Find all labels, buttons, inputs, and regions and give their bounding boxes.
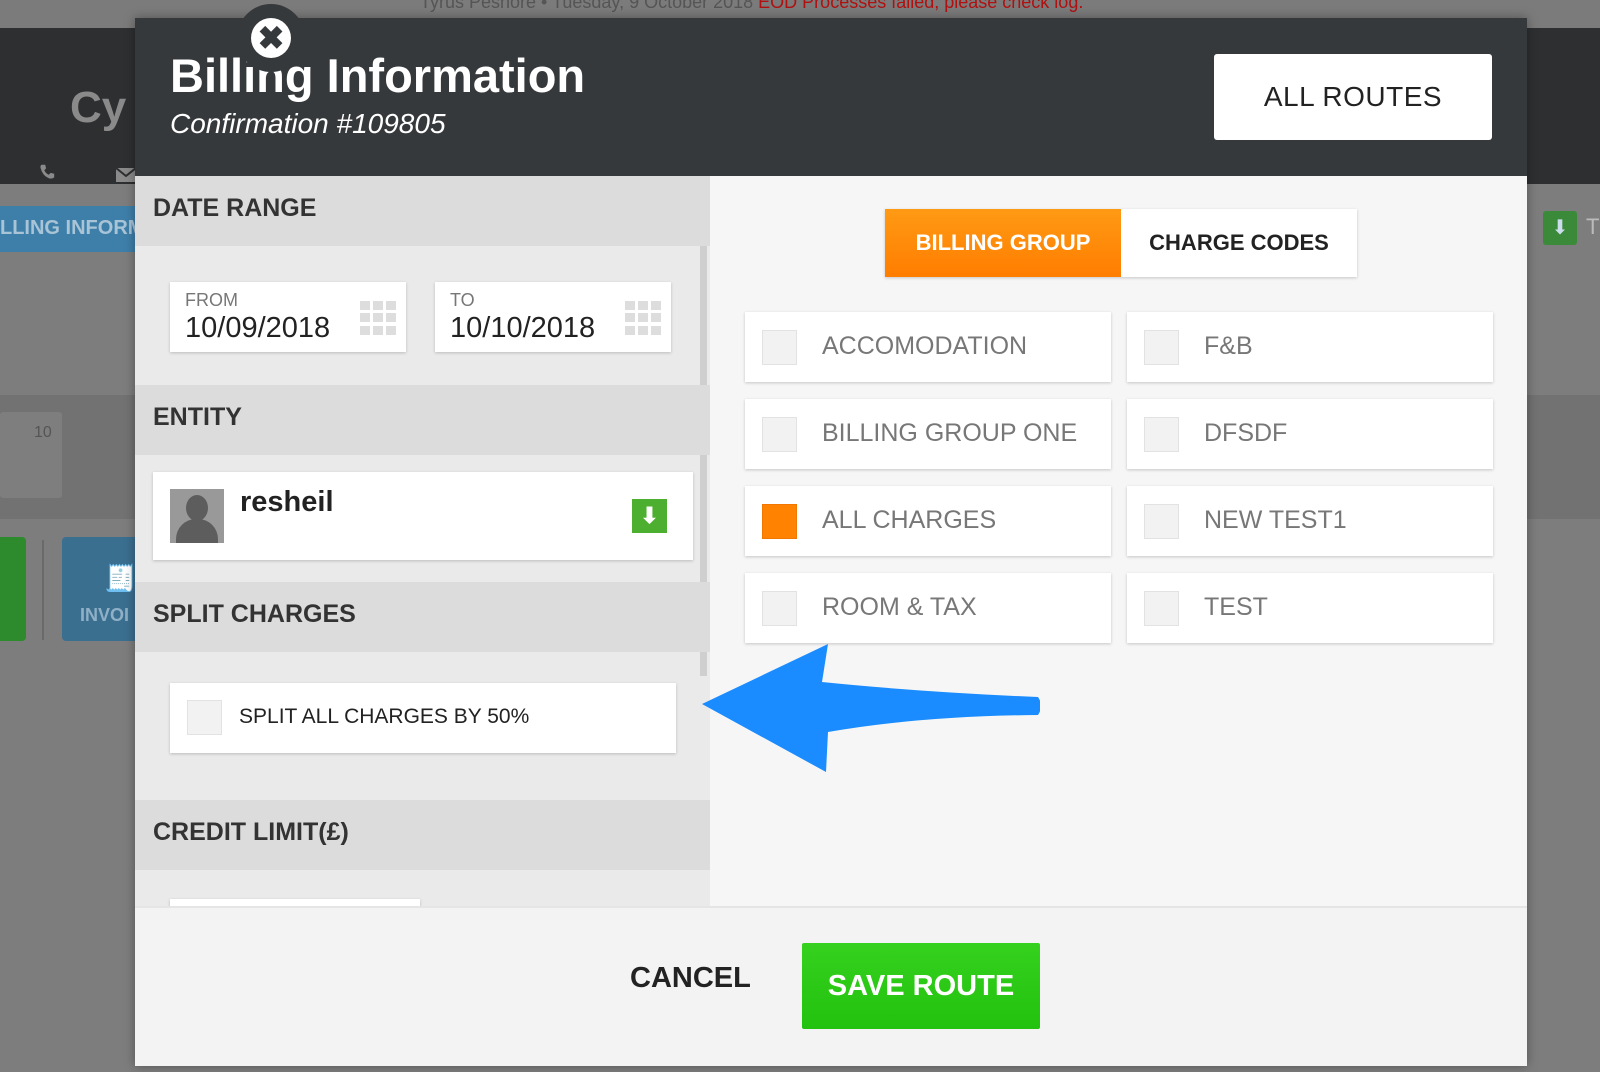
billing-group-item[interactable]: ALL CHARGES bbox=[745, 486, 1111, 556]
calendar-day-number: 10 bbox=[34, 424, 52, 441]
close-button[interactable]: ✖ bbox=[237, 4, 305, 72]
billing-group-checkbox[interactable] bbox=[1144, 504, 1179, 539]
to-date-label: TO bbox=[450, 290, 475, 310]
entity-name: resheil bbox=[240, 486, 334, 518]
billing-group-item[interactable]: DFSDF bbox=[1127, 399, 1493, 469]
billing-group-checkbox[interactable] bbox=[1144, 330, 1179, 365]
confirmation-number: Confirmation #109805 bbox=[170, 108, 446, 139]
credit-limit-input[interactable] bbox=[170, 899, 420, 906]
phone-icon bbox=[40, 164, 55, 179]
billing-group-checkbox[interactable] bbox=[1144, 591, 1179, 626]
modal-footer: CANCEL SAVE ROUTE bbox=[135, 906, 1527, 1066]
background-tab-billing-info: LLING INFORM bbox=[0, 206, 140, 252]
avatar bbox=[170, 489, 224, 543]
calendar-icon[interactable] bbox=[625, 301, 661, 335]
billing-group-item[interactable]: ROOM & TAX bbox=[745, 573, 1111, 643]
billing-information-modal: Billing Information Confirmation #109805… bbox=[135, 4, 1527, 1066]
billing-group-checkbox[interactable] bbox=[1144, 417, 1179, 452]
background-right-label: T bbox=[1586, 214, 1600, 239]
all-routes-button[interactable]: ALL ROUTES bbox=[1214, 54, 1492, 140]
split-charges-checkbox[interactable] bbox=[187, 700, 222, 735]
receipt-icon: 🧾 bbox=[104, 563, 137, 593]
billing-group-item[interactable]: ACCOMODATION bbox=[745, 312, 1111, 382]
background-app-title: Cy bbox=[70, 83, 127, 132]
billing-group-checkbox[interactable] bbox=[762, 417, 797, 452]
billing-group-label: NEW TEST1 bbox=[1204, 506, 1347, 534]
split-charges-label: SPLIT ALL CHARGES BY 50% bbox=[239, 705, 530, 728]
save-route-button[interactable]: SAVE ROUTE bbox=[802, 943, 1040, 1029]
background-calendar-cell: 10 bbox=[0, 412, 62, 498]
to-date-field[interactable]: TO 10/10/2018 bbox=[435, 282, 671, 352]
split-charges-option[interactable]: SPLIT ALL CHARGES BY 50% bbox=[170, 683, 676, 753]
from-date-label: FROM bbox=[185, 290, 238, 310]
mail-icon bbox=[116, 168, 136, 182]
billing-group-label: F&B bbox=[1204, 332, 1253, 360]
cancel-button[interactable]: CANCEL bbox=[630, 962, 751, 995]
calendar-icon[interactable] bbox=[360, 301, 396, 335]
modal-header: Billing Information Confirmation #109805… bbox=[135, 18, 1527, 176]
tab-charge-codes[interactable]: CHARGE CODES bbox=[1121, 209, 1357, 277]
billing-group-label: BILLING GROUP ONE bbox=[822, 419, 1078, 447]
billing-group-label: ACCOMODATION bbox=[822, 332, 1028, 360]
from-date-value: 10/09/2018 bbox=[185, 312, 331, 344]
background-invoice-button: 🧾 INVOI bbox=[62, 537, 142, 641]
modal-title: Billing Information bbox=[170, 49, 586, 102]
background-status-text: Tyrus Peshore • Tuesday, 9 October 2018 … bbox=[420, 0, 1084, 12]
background-divider bbox=[42, 540, 44, 640]
annotation-arrow-icon bbox=[702, 644, 1040, 772]
to-date-value: 10/10/2018 bbox=[450, 312, 596, 344]
billing-group-label: TEST bbox=[1204, 593, 1268, 621]
download-icon: ⬇ bbox=[1543, 211, 1577, 245]
from-date-field[interactable]: FROM 10/09/2018 bbox=[170, 282, 406, 352]
billing-group-label: ALL CHARGES bbox=[822, 506, 997, 534]
billing-group-label: ROOM & TAX bbox=[822, 593, 977, 621]
billing-group-item[interactable]: NEW TEST1 bbox=[1127, 486, 1493, 556]
date-range-heading: DATE RANGE bbox=[135, 176, 710, 246]
charge-selection-panel: BILLING GROUP CHARGE CODES ACCOMODATION … bbox=[710, 176, 1527, 906]
charge-type-tabs: BILLING GROUP CHARGE CODES bbox=[885, 209, 1357, 277]
background-green-button bbox=[0, 537, 26, 641]
billing-group-checkbox-checked[interactable] bbox=[762, 504, 797, 539]
credit-limit-heading: CREDIT LIMIT(£) bbox=[135, 800, 710, 870]
close-icon: ✖ bbox=[251, 18, 291, 58]
background-invoice-label: INVOI bbox=[80, 605, 130, 625]
billing-group-item[interactable]: BILLING GROUP ONE bbox=[745, 399, 1111, 469]
route-settings-panel: DATE RANGE FROM 10/09/2018 TO 10/10/2018… bbox=[135, 176, 710, 906]
tab-billing-group[interactable]: BILLING GROUP bbox=[885, 209, 1121, 277]
billing-group-item[interactable]: F&B bbox=[1127, 312, 1493, 382]
entity-selector[interactable]: resheil ⬇ bbox=[153, 472, 693, 560]
billing-group-checkbox[interactable] bbox=[762, 330, 797, 365]
entity-heading: ENTITY bbox=[135, 385, 710, 455]
dropdown-arrow-icon[interactable]: ⬇ bbox=[632, 499, 667, 533]
split-charges-heading: SPLIT CHARGES bbox=[135, 582, 710, 652]
billing-group-item[interactable]: TEST bbox=[1127, 573, 1493, 643]
billing-group-checkbox[interactable] bbox=[762, 591, 797, 626]
billing-group-label: DFSDF bbox=[1204, 419, 1288, 447]
